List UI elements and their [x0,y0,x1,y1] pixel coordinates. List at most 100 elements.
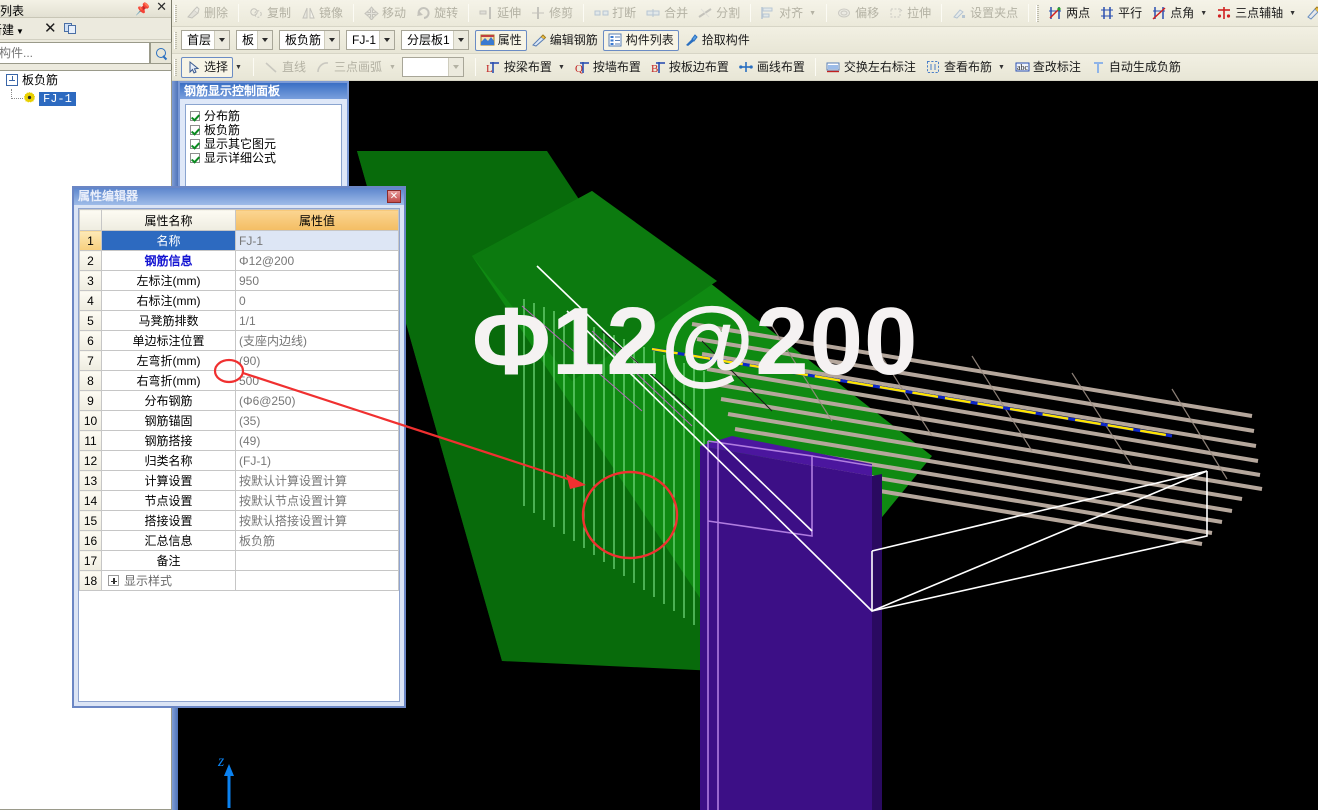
toolbar-button-place-by-wall[interactable]: Q 按墙布置 [570,57,646,78]
expand-plus-icon[interactable] [108,575,119,586]
chevron-down-icon[interactable]: ▼ [998,64,1005,71]
search-input[interactable] [0,42,150,64]
new-button[interactable]: 新建▼ [0,21,24,38]
toolbar-grip[interactable] [174,31,177,49]
property-value-cell[interactable]: 按默认搭接设置计算 [235,510,399,531]
property-row-index: 7 [79,350,102,371]
checkbox-checked-icon[interactable] [190,153,200,163]
chevron-down-icon[interactable] [452,31,468,49]
property-value-cell[interactable]: 板负筋 [235,530,399,551]
rebar-option-row[interactable]: 分布筋 [190,109,341,123]
toolbar-button-delete-aux-axis[interactable]: 删除辅轴 [1301,3,1318,24]
search-button[interactable] [150,42,172,64]
checkbox-checked-icon[interactable] [190,139,200,149]
toolbar-button-parallel-axis[interactable]: 平行 [1095,3,1147,24]
property-value-cell[interactable]: (35) [235,410,399,431]
chevron-down-icon[interactable]: ▼ [558,64,565,71]
member-name-select[interactable]: FJ-1 [346,30,396,50]
property-row[interactable]: 4 右标注(mm) 0 [79,290,399,311]
layer-select[interactable]: 分层板1 [401,30,469,50]
chevron-down-icon[interactable] [324,31,340,49]
toolbar-button-three-point-aux-axis[interactable]: 三点辅轴 ▼ [1212,3,1301,24]
property-row[interactable]: 17 备注 [79,550,399,571]
property-row[interactable]: 15 搭接设置 按默认搭接设置计算 [79,510,399,531]
expand-box-icon[interactable] [6,74,18,86]
member-type-select[interactable]: 板负筋 [279,30,341,50]
toolbar-button-swap-lr-dimension[interactable]: 交换左右标注 [821,57,921,78]
property-value-cell[interactable] [235,570,399,591]
chevron-down-icon[interactable] [379,31,395,49]
property-row[interactable]: 14 节点设置 按默认节点设置计算 [79,490,399,511]
pin-icon[interactable]: 📌 [135,2,150,16]
property-row[interactable]: 13 计算设置 按默认计算设置计算 [79,470,399,491]
floor-select[interactable]: 首层 [181,30,231,50]
toolbar-grip[interactable] [174,4,177,22]
tree-node-fj1[interactable]: FJ-1 [0,89,171,107]
chevron-down-icon[interactable]: ▼ [235,64,242,71]
property-editor-panel[interactable]: 属性编辑器 ✕ 属性名称 属性值 1 名称 FJ-1 2 钢筋信息 Φ12@200 3 左标注… [72,186,406,708]
property-row[interactable]: 16 汇总信息 板负筋 [79,530,399,551]
property-value-cell[interactable]: 按默认节点设置计算 [235,490,399,511]
toolbar-button-place-by-slab-edge[interactable]: B 按板边布置 [646,57,734,78]
property-value-cell[interactable]: (FJ-1) [235,450,399,471]
copy-icon[interactable] [64,23,76,34]
property-grid[interactable]: 属性名称 属性值 1 名称 FJ-1 2 钢筋信息 Φ12@200 3 左标注(mm) 950 4… [78,208,400,702]
property-row[interactable]: 7 左弯折(mm) (90) [79,350,399,371]
rebar-option-row[interactable]: 显示其它图元 [190,137,341,151]
property-value-cell[interactable]: Φ12@200 [235,250,399,271]
toolbar-button-properties[interactable]: 属性 [474,29,527,51]
property-row[interactable]: 12 归类名称 (FJ-1) [79,450,399,471]
toolbar-grip[interactable] [174,58,177,76]
property-value-cell[interactable]: 按默认计算设置计算 [235,470,399,491]
chevron-down-icon[interactable]: ▼ [1289,10,1296,17]
property-value-cell[interactable]: (49) [235,430,399,451]
chevron-down-icon[interactable] [257,31,273,49]
chevron-down-icon[interactable] [214,31,230,49]
property-value-cell[interactable]: 950 [235,270,399,291]
toolbar-button-member-list[interactable]: 构件列表 [602,29,679,51]
toolbar-button-edit-dimension[interactable]: abc 查改标注 [1010,57,1086,78]
property-value-cell[interactable]: FJ-1 [235,230,399,251]
property-row[interactable]: 9 分布钢筋 (Φ6@250) [79,390,399,411]
toolbar-button-pick-member[interactable]: 拾取构件 [679,30,755,51]
toolbar-button-draw-line-place[interactable]: 画线布置 [734,57,810,78]
toolbar-button-place-by-beam[interactable]: L 按梁布置 ▼ [481,57,570,78]
close-icon[interactable]: ✕ [387,190,401,203]
toolbar-button-auto-generate-negative-rebar[interactable]: 自动生成负筋 [1086,57,1186,78]
property-row[interactable]: 8 右弯折(mm) 500 [79,370,399,391]
property-value-cell[interactable] [235,550,399,571]
toolbar-button-edit-rebar[interactable]: 编辑钢筋 [527,30,603,51]
delete-x-icon[interactable]: ✕ [44,20,57,36]
style-select[interactable] [401,57,464,77]
toolbar-grip[interactable] [1036,4,1040,22]
checkbox-checked-icon[interactable] [190,111,200,121]
property-value-cell[interactable]: (Φ6@250) [235,390,399,411]
toolbar-button-select[interactable]: 选择 [181,56,234,78]
toolbar-button-view-rebar-layout[interactable]: 查看布筋 ▼ [921,57,1010,78]
property-value-cell[interactable]: 1/1 [235,310,399,331]
property-row[interactable]: 18 显示样式 [79,570,399,591]
tree-node-root[interactable]: 板负筋 [0,71,171,89]
property-value-cell[interactable]: (90) [235,350,399,371]
property-value-cell[interactable]: (支座内边线) [235,330,399,351]
property-row[interactable]: 3 左标注(mm) 950 [79,270,399,291]
close-icon[interactable]: ✕ [156,1,167,15]
checkbox-checked-icon[interactable] [190,125,200,135]
rebar-option-row[interactable]: 显示详细公式 [190,151,341,165]
property-value-cell[interactable]: 0 [235,290,399,311]
property-row[interactable]: 2 钢筋信息 Φ12@200 [79,250,399,271]
toolbar-button-point-angle[interactable]: 点角 ▼ [1147,3,1212,24]
property-row[interactable]: 11 钢筋搭接 (49) [79,430,399,451]
chevron-down-icon[interactable]: ▼ [1200,10,1207,17]
category-select[interactable]: 板 [236,30,274,50]
property-row[interactable]: 1 名称 FJ-1 [79,230,399,251]
property-row[interactable]: 10 钢筋锚固 (35) [79,410,399,431]
chevron-down-icon[interactable] [447,58,463,76]
toolbar-button-label: 直线 [281,60,306,74]
property-row[interactable]: 5 马凳筋排数 1/1 [79,310,399,331]
toolbar-button-two-point-axis[interactable]: 两点 [1043,3,1095,24]
property-value-cell[interactable]: 500 [235,370,399,391]
edit-rebar-icon [531,33,547,47]
rebar-option-row[interactable]: 板负筋 [190,123,341,137]
property-row[interactable]: 6 单边标注位置 (支座内边线) [79,330,399,351]
